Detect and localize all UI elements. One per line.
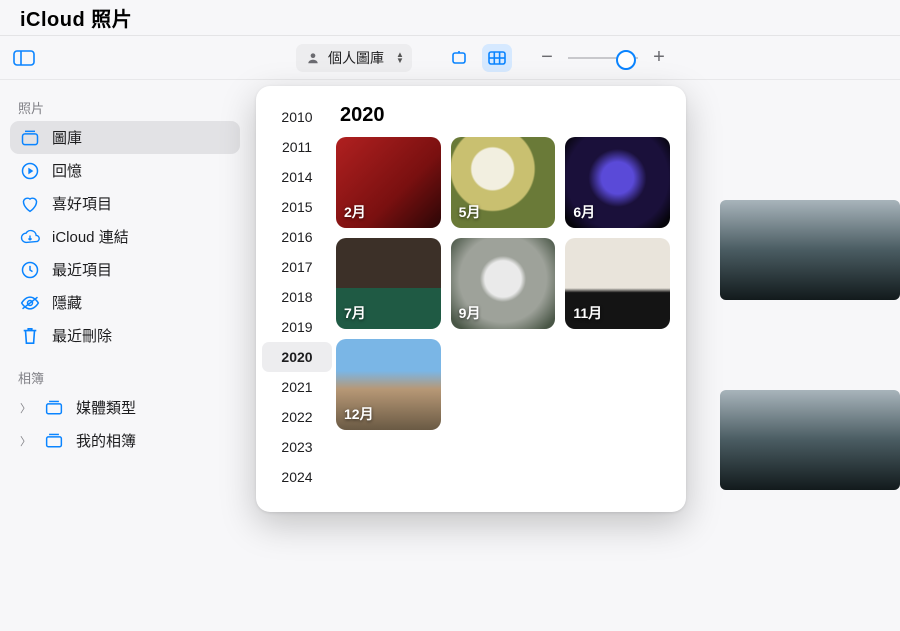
year-2010[interactable]: 2010 — [262, 102, 332, 132]
month-tile[interactable]: 5月 — [451, 137, 556, 228]
zoom-controls: − + — [540, 46, 666, 69]
year-2021[interactable]: 2021 — [262, 372, 332, 402]
app-title: iCloud 照片 — [20, 3, 132, 32]
heart-icon — [20, 194, 40, 214]
month-label: 5月 — [459, 202, 481, 222]
sidebar-item-hidden[interactable]: 隱藏 — [10, 286, 240, 319]
year-2018[interactable]: 2018 — [262, 282, 332, 312]
sidebar-item-label: iCloud 連結 — [52, 226, 129, 247]
main-content: 2010201120142015201620172018201920202021… — [250, 80, 900, 631]
sidebar-item-label: 媒體類型 — [76, 397, 136, 418]
sidebar-section-albums: 相簿 — [10, 362, 240, 391]
album-icon — [44, 398, 64, 418]
view-mode-segment — [444, 44, 512, 72]
titlebar: iCloud 照片 — [0, 0, 900, 36]
year-2023[interactable]: 2023 — [262, 432, 332, 462]
chevron-right-icon: 〉 — [20, 433, 30, 449]
sidebar-item-label: 圖庫 — [52, 127, 82, 148]
month-tile[interactable]: 11月 — [565, 238, 670, 329]
sidebar-item-my-albums[interactable]: 〉 我的相簿 — [10, 424, 240, 457]
sidebar: 照片 圖庫 回憶 喜好項目 iCloud 連結 最近項目 隱藏 最近刪除 — [0, 80, 250, 631]
library-icon — [20, 128, 40, 148]
month-tile[interactable]: 12月 — [336, 339, 441, 430]
year-2019[interactable]: 2019 — [262, 312, 332, 342]
year-2015[interactable]: 2015 — [262, 192, 332, 222]
year-2022[interactable]: 2022 — [262, 402, 332, 432]
sidebar-item-label: 回憶 — [52, 160, 82, 181]
trash-icon — [20, 326, 40, 346]
month-grid: 2月 5月 6月 7月 9月 11月 12月 — [336, 137, 670, 430]
eye-off-icon — [20, 293, 40, 313]
month-label: 6月 — [573, 202, 595, 222]
month-label: 9月 — [459, 303, 481, 323]
photo-thumbnail[interactable] — [720, 390, 900, 490]
sidebar-item-label: 喜好項目 — [52, 193, 112, 214]
zoom-out-button[interactable]: − — [540, 46, 554, 69]
cloud-icon — [20, 227, 40, 247]
year-2011[interactable]: 2011 — [262, 132, 332, 162]
chevron-right-icon: 〉 — [20, 400, 30, 416]
year-2024[interactable]: 2024 — [262, 462, 332, 492]
sidebar-item-label: 最近項目 — [52, 259, 112, 280]
year-2016[interactable]: 2016 — [262, 222, 332, 252]
toggle-sidebar-button[interactable] — [10, 46, 38, 70]
month-label: 12月 — [344, 404, 374, 424]
month-label: 2月 — [344, 202, 366, 222]
person-icon — [306, 51, 320, 65]
photo-thumbnail[interactable] — [720, 200, 900, 300]
month-tile[interactable]: 2月 — [336, 137, 441, 228]
year-2017[interactable]: 2017 — [262, 252, 332, 282]
month-tile[interactable]: 7月 — [336, 238, 441, 329]
view-mode-single-button[interactable] — [444, 44, 474, 72]
sidebar-item-label: 最近刪除 — [52, 325, 112, 346]
sidebar-item-library[interactable]: 圖庫 — [10, 121, 240, 154]
sidebar-item-recently-deleted[interactable]: 最近刪除 — [10, 319, 240, 352]
zoom-in-button[interactable]: + — [652, 46, 666, 69]
sidebar-item-label: 隱藏 — [52, 292, 82, 313]
month-tile[interactable]: 6月 — [565, 137, 670, 228]
year-2020[interactable]: 2020 — [262, 342, 332, 372]
sidebar-item-icloud-links[interactable]: iCloud 連結 — [10, 220, 240, 253]
sidebar-item-memories[interactable]: 回憶 — [10, 154, 240, 187]
sidebar-section-photos: 照片 — [10, 92, 240, 121]
sidebar-item-favorites[interactable]: 喜好項目 — [10, 187, 240, 220]
panel-title: 2020 — [340, 104, 670, 127]
month-tile[interactable]: 9月 — [451, 238, 556, 329]
toolbar: 個人圖庫 ▲▼ − + — [0, 36, 900, 80]
view-mode-grid-button[interactable] — [482, 44, 512, 72]
zoom-slider[interactable] — [568, 57, 638, 59]
year-month-panel: 2010201120142015201620172018201920202021… — [256, 86, 686, 512]
album-icon — [44, 431, 64, 451]
sidebar-item-media-types[interactable]: 〉 媒體類型 — [10, 391, 240, 424]
library-picker[interactable]: 個人圖庫 ▲▼ — [296, 44, 412, 72]
year-2014[interactable]: 2014 — [262, 162, 332, 192]
stepper-icon: ▲▼ — [392, 52, 404, 64]
sidebar-item-recents[interactable]: 最近項目 — [10, 253, 240, 286]
month-label: 7月 — [344, 303, 366, 323]
month-label: 11月 — [573, 303, 602, 323]
memories-icon — [20, 161, 40, 181]
clock-icon — [20, 260, 40, 280]
year-list: 2010201120142015201620172018201920202021… — [262, 102, 332, 492]
sidebar-item-label: 我的相簿 — [76, 430, 136, 451]
library-picker-label: 個人圖庫 — [328, 48, 384, 68]
